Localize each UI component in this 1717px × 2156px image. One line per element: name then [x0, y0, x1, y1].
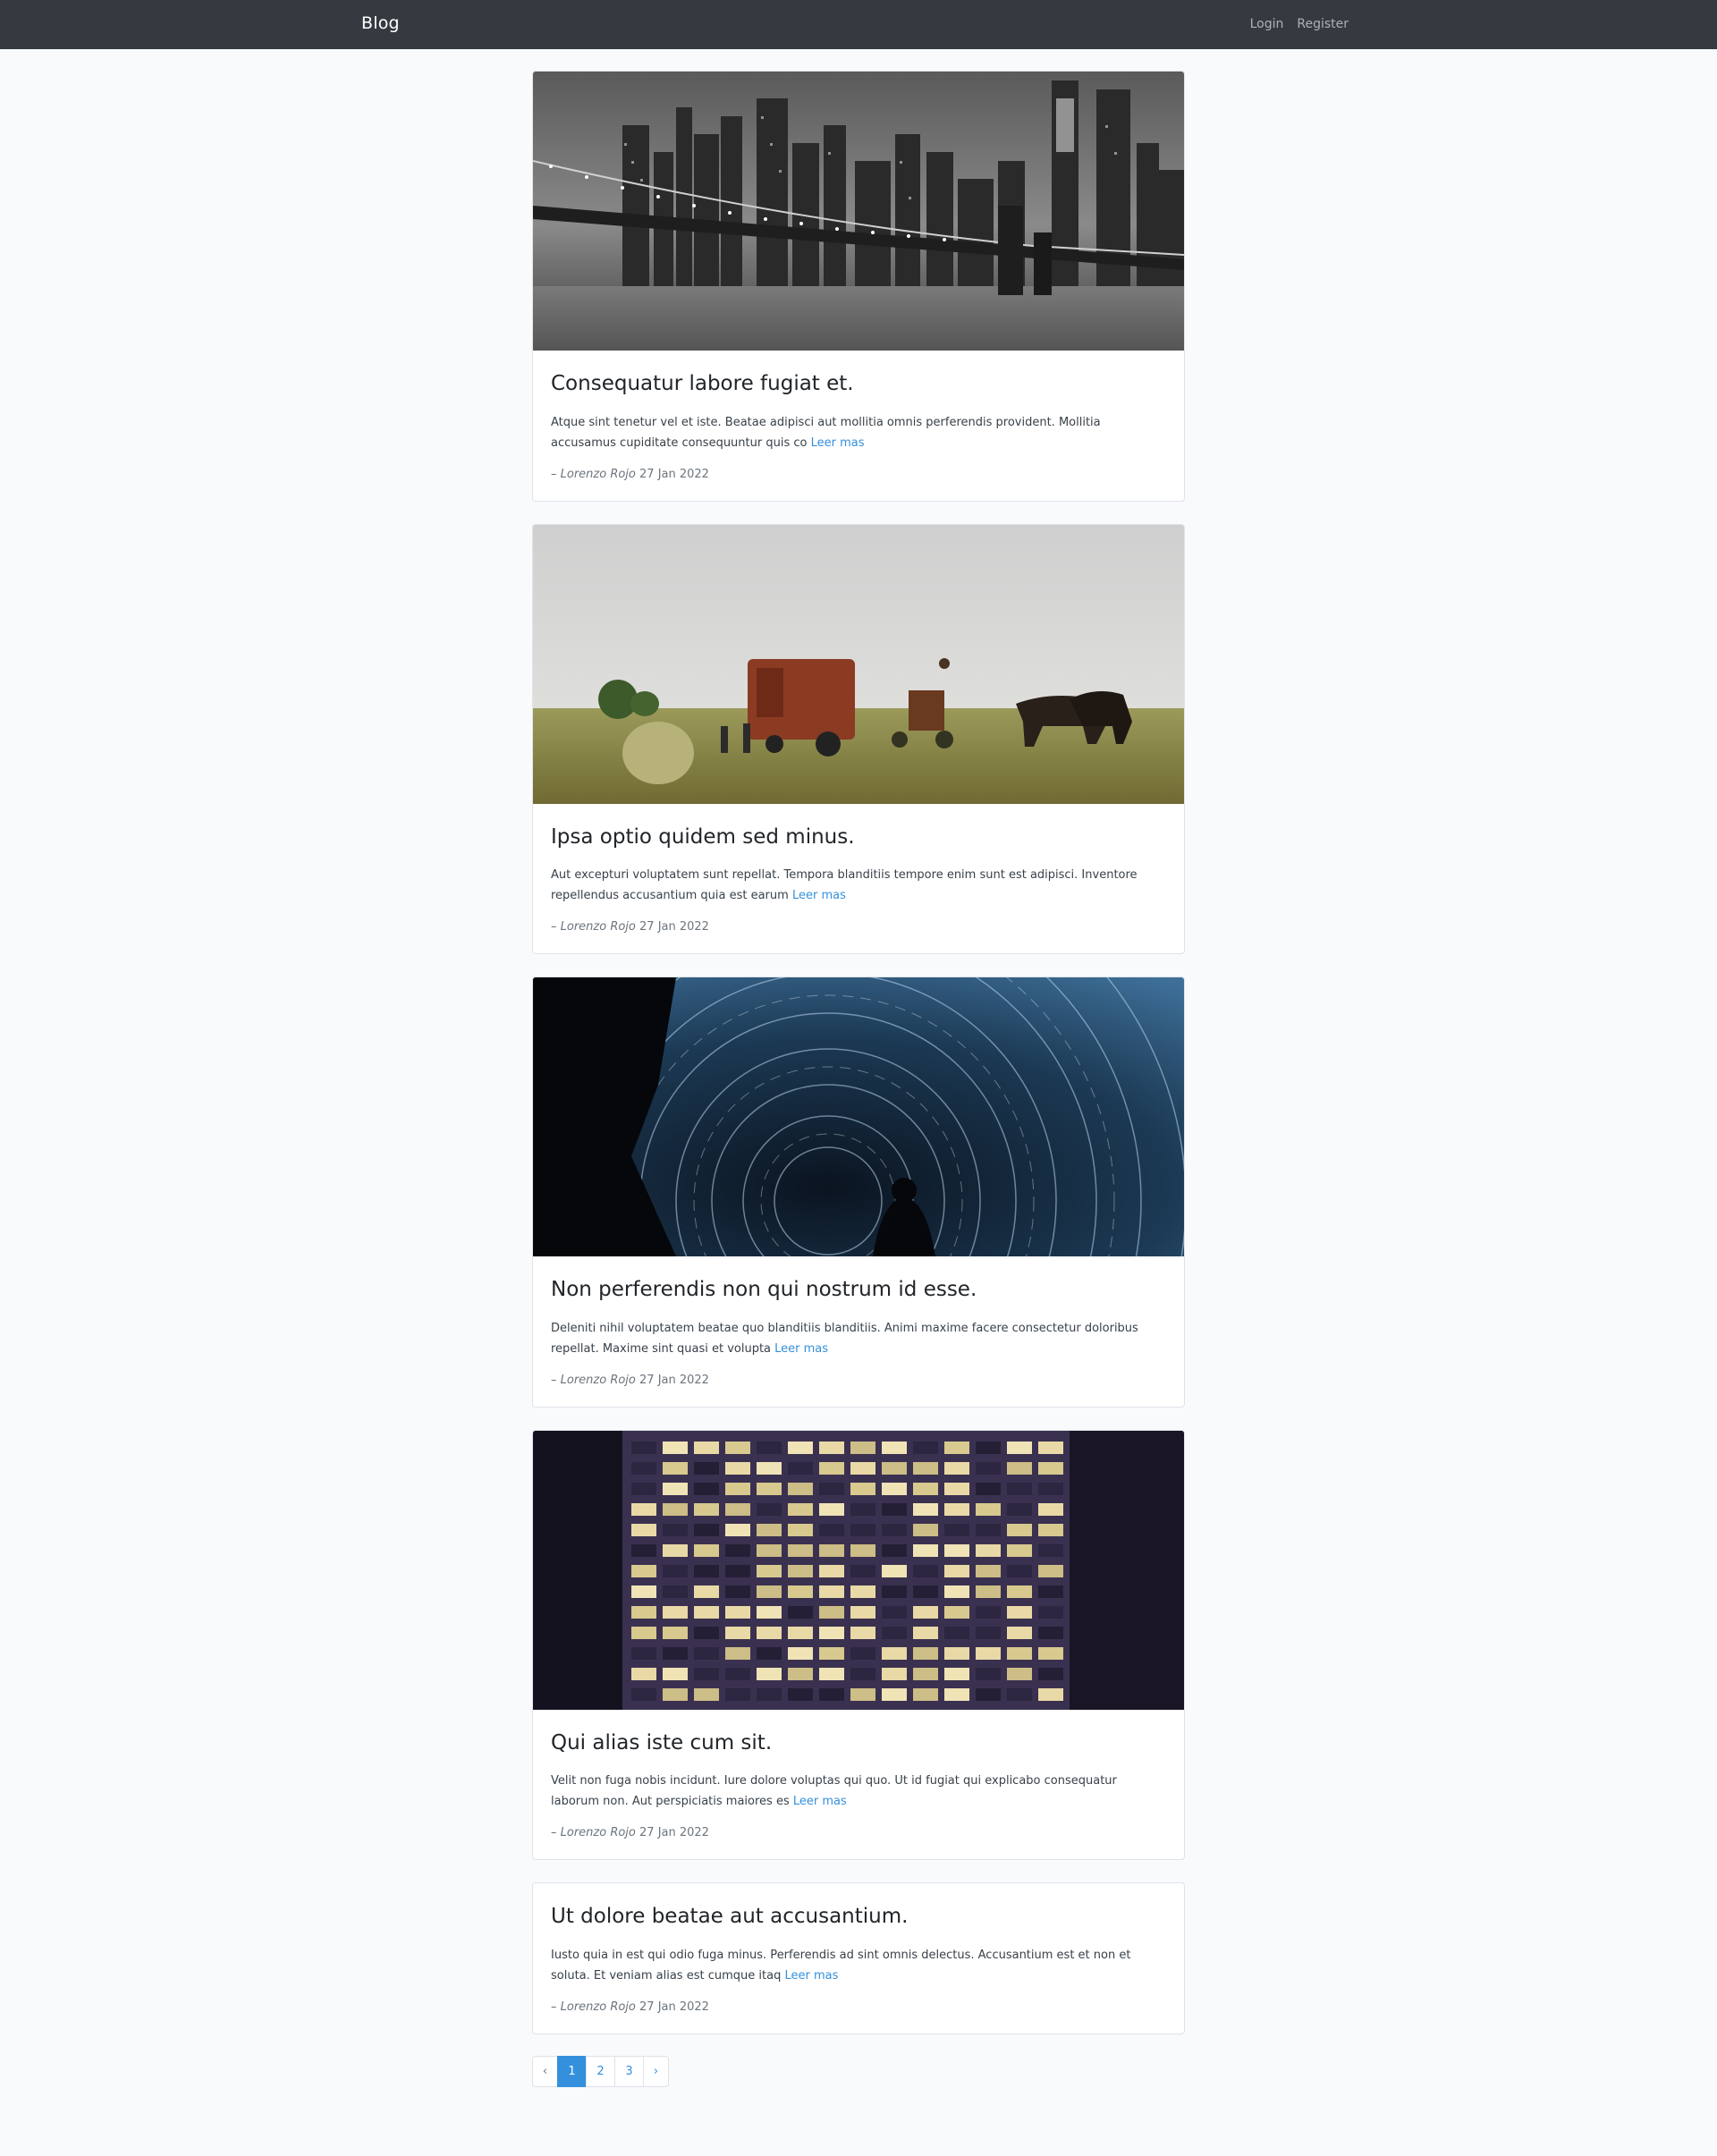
post-excerpt-text: Iusto quia in est qui odio fuga minus. P… [551, 1948, 1131, 1983]
post-author: – Lorenzo Rojo [551, 920, 636, 934]
post-date: 27 Jan 2022 [639, 2000, 709, 2014]
post-excerpt-text: Deleniti nihil voluptatem beatae quo bla… [551, 1321, 1138, 1356]
post-excerpt: Velit non fuga nobis incidunt. Iure dolo… [551, 1771, 1166, 1812]
post-image-office-building[interactable] [533, 1430, 1184, 1710]
post-image-city-bridge[interactable] [533, 72, 1184, 351]
post-excerpt: Deleniti nihil voluptatem beatae quo bla… [551, 1318, 1166, 1359]
post-title[interactable]: Qui alias iste cum sit. [551, 1731, 1166, 1756]
post-body: Consequatur labore fugiat et. Atque sint… [533, 351, 1184, 501]
brand-link[interactable]: Blog [361, 13, 400, 33]
post-card: Consequatur labore fugiat et. Atque sint… [532, 71, 1185, 502]
post-list: Consequatur labore fugiat et. Atque sint… [532, 71, 1185, 2087]
post-card: Qui alias iste cum sit. Velit non fuga n… [532, 1429, 1185, 1861]
post-excerpt: Atque sint tenetur vel et iste. Beatae a… [551, 412, 1166, 453]
pagination-next[interactable]: › [643, 2055, 669, 2087]
post-body: Qui alias iste cum sit. Velit non fuga n… [533, 1710, 1184, 1860]
read-more-link[interactable]: Leer mas [784, 1969, 838, 1983]
post-date: 27 Jan 2022 [639, 467, 709, 481]
post-date: 27 Jan 2022 [639, 1826, 709, 1840]
post-title[interactable]: Consequatur labore fugiat et. [551, 372, 1166, 397]
pagination-page-1[interactable]: 1 [557, 2055, 587, 2087]
post-meta: – Lorenzo Rojo 27 Jan 2022 [551, 920, 1166, 934]
post-excerpt: Aut excepturi voluptatem sunt repellat. … [551, 865, 1166, 906]
pagination-prev[interactable]: ‹ [532, 2055, 558, 2087]
post-card: Non perferendis non qui nostrum id esse.… [532, 977, 1185, 1408]
post-meta: – Lorenzo Rojo 27 Jan 2022 [551, 1826, 1166, 1839]
post-body: Non perferendis non qui nostrum id esse.… [533, 1256, 1184, 1407]
post-body: Ut dolore beatae aut accusantium. Iusto … [533, 1883, 1184, 2033]
pagination-page-3[interactable]: 3 [614, 2055, 644, 2087]
pagination-page-2[interactable]: 2 [586, 2055, 615, 2087]
post-excerpt: Iusto quia in est qui odio fuga minus. P… [551, 1945, 1166, 1986]
read-more-link[interactable]: Leer mas [793, 1795, 847, 1808]
post-image-star-trails[interactable] [533, 977, 1184, 1257]
post-meta: – Lorenzo Rojo 27 Jan 2022 [551, 2000, 1166, 2014]
register-link[interactable]: Register [1297, 17, 1349, 31]
nav-links: Login Register [1237, 17, 1349, 31]
login-link[interactable]: Login [1250, 17, 1284, 31]
read-more-link[interactable]: Leer mas [774, 1342, 828, 1356]
read-more-link[interactable]: Leer mas [792, 889, 846, 902]
post-title[interactable]: Non perferendis non qui nostrum id esse. [551, 1278, 1166, 1303]
pagination: ‹ 1 2 3 › [532, 2055, 1185, 2087]
post-author: – Lorenzo Rojo [551, 2000, 636, 2014]
read-more-link[interactable]: Leer mas [811, 436, 865, 450]
post-card: Ipsa optio quidem sed minus. Aut exceptu… [532, 523, 1185, 955]
post-author: – Lorenzo Rojo [551, 1373, 636, 1387]
post-title[interactable]: Ipsa optio quidem sed minus. [551, 825, 1166, 850]
post-body: Ipsa optio quidem sed minus. Aut exceptu… [533, 804, 1184, 954]
post-meta: – Lorenzo Rojo 27 Jan 2022 [551, 1374, 1166, 1387]
post-image-farm-field[interactable] [533, 524, 1184, 804]
post-date: 27 Jan 2022 [639, 920, 709, 934]
post-date: 27 Jan 2022 [639, 1373, 709, 1387]
post-title[interactable]: Ut dolore beatae aut accusantium. [551, 1905, 1166, 1930]
post-card: Ut dolore beatae aut accusantium. Iusto … [532, 1882, 1185, 2034]
post-author: – Lorenzo Rojo [551, 1826, 636, 1840]
post-author: – Lorenzo Rojo [551, 467, 636, 481]
navbar: Blog Login Register [0, 0, 1717, 49]
post-meta: – Lorenzo Rojo 27 Jan 2022 [551, 468, 1166, 481]
